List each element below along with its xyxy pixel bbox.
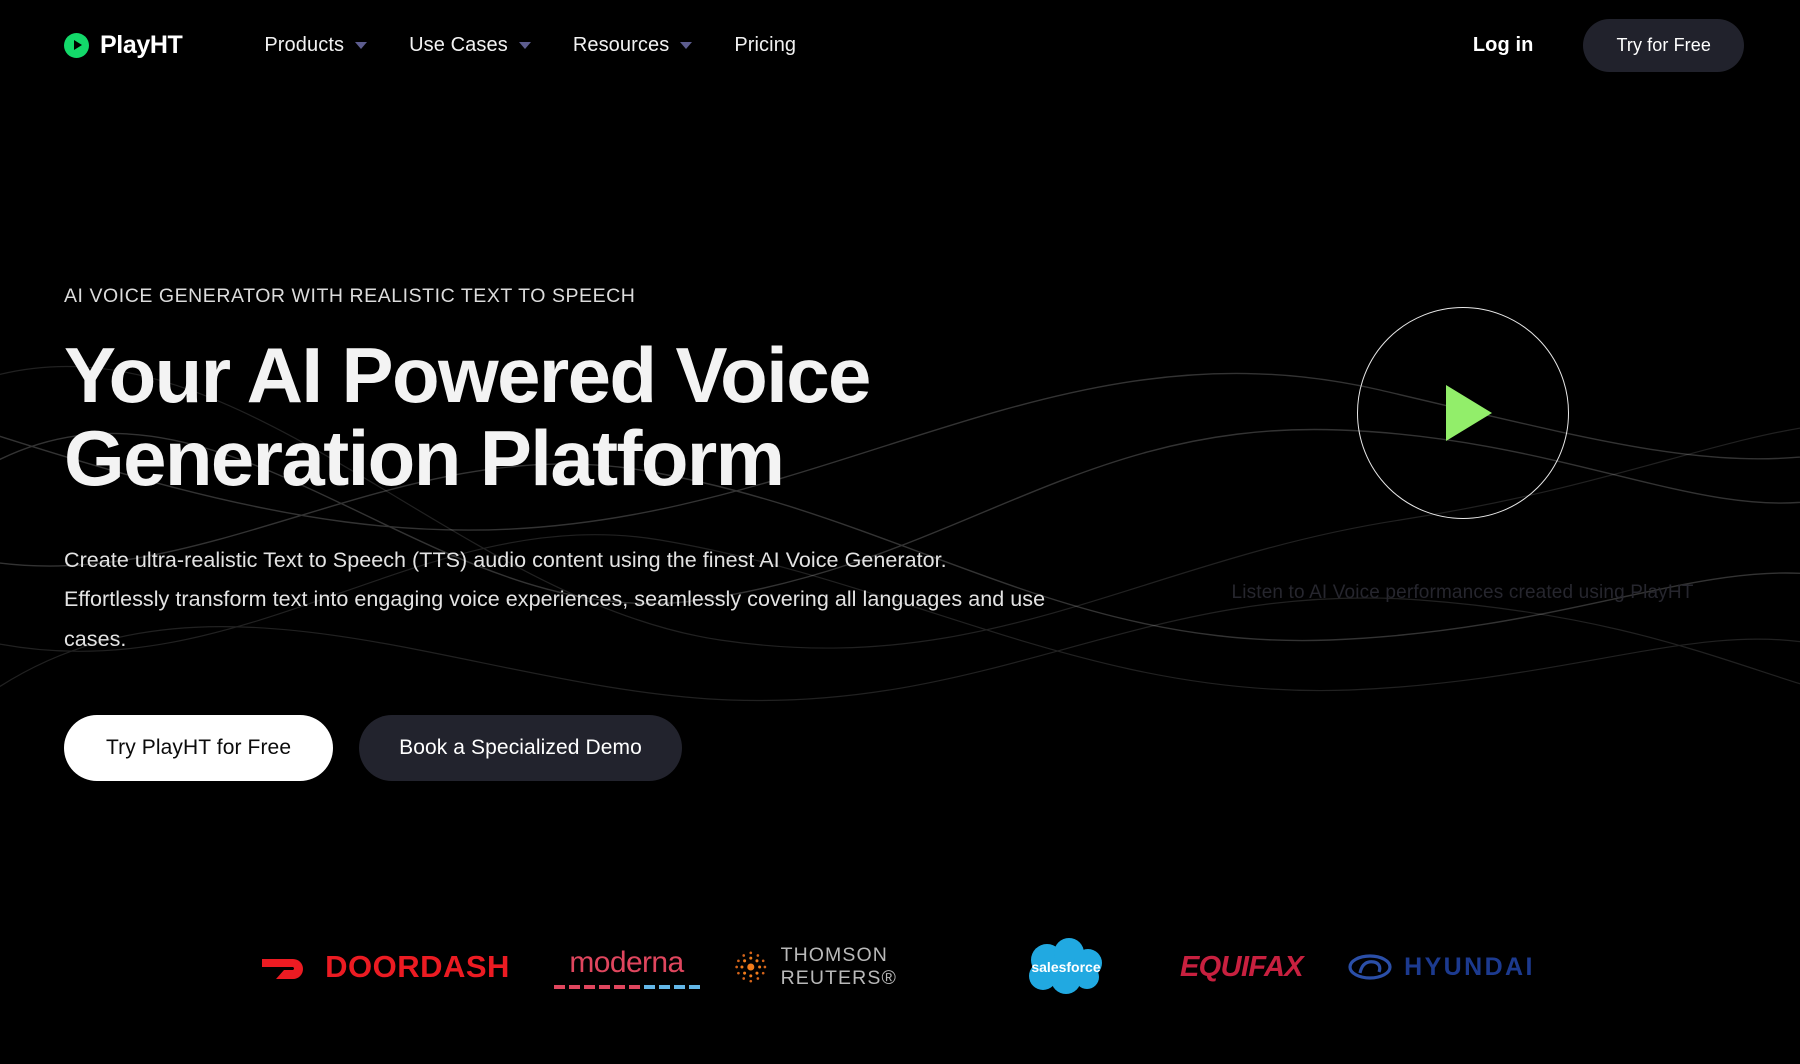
video-caption: Listen to AI Voice performances created … <box>1231 582 1694 603</box>
nav-item-label: Pricing <box>734 34 797 56</box>
logo-salesforce: salesforce <box>984 936 1149 998</box>
hero-eyebrow: AI VOICE GENERATOR WITH REALISTIC TEXT T… <box>64 285 636 307</box>
brand-logo[interactable]: PlayHT <box>64 30 183 60</box>
thomson-reuters-dots-icon <box>735 951 767 983</box>
logo-thomson-reuters: THOMSON REUTERS® <box>734 944 984 990</box>
logo-label: DOORDASH <box>325 949 510 984</box>
nav-item-products[interactable]: Products <box>264 34 368 56</box>
nav-item-label: Products <box>264 34 345 56</box>
logo-hyundai: HYUNDAI <box>1334 953 1549 982</box>
salesforce-cloud-icon: salesforce <box>1029 938 1102 994</box>
primary-nav-links: Products Use Cases Resources Pricing <box>264 35 796 55</box>
nav-item-use-cases[interactable]: Use Cases <box>409 35 531 55</box>
hero-cta-row: Try PlayHT for Free Book a Specialized D… <box>64 714 1189 781</box>
nav-item-label: Resources <box>572 34 670 56</box>
logo-label: EQUIFAX <box>1179 950 1304 983</box>
nav-actions: Log in Try for Free <box>1473 18 1744 72</box>
top-navigation-bar: PlayHT Products Use Cases Resources Pric… <box>0 0 1800 90</box>
hero-copy: AI VOICE GENERATOR WITH REALISTIC TEXT T… <box>64 285 1189 781</box>
logo-label: HYUNDAI <box>1404 952 1535 981</box>
headline-line-2: Generation Platform <box>64 413 785 502</box>
logo-moderna: moderna <box>519 946 734 989</box>
brand-name: PlayHT <box>100 30 183 59</box>
try-playht-free-button[interactable]: Try PlayHT for Free <box>64 714 334 781</box>
logo-equifax: EQUIFAX <box>1149 951 1334 984</box>
moderna-dashes-icon <box>553 984 700 989</box>
headline-line-1: Your AI Powered Voice <box>64 331 871 419</box>
logo-label: moderna <box>569 945 684 979</box>
nav-item-label: Use Cases <box>409 34 508 56</box>
nav-item-pricing[interactable]: Pricing <box>734 35 796 55</box>
chevron-down-icon <box>680 41 693 49</box>
login-link[interactable]: Log in <box>1473 34 1534 57</box>
chevron-down-icon <box>355 41 368 49</box>
play-triangle-icon <box>1445 385 1492 441</box>
svg-text:salesforce: salesforce <box>1031 959 1100 975</box>
nav-item-resources[interactable]: Resources <box>573 35 693 55</box>
book-demo-button[interactable]: Book a Specialized Demo <box>359 714 682 781</box>
hero-section: AI VOICE GENERATOR WITH REALISTIC TEXT T… <box>0 90 1800 781</box>
hero-subcopy: Create ultra-realistic Text to Speech (T… <box>64 548 1046 651</box>
hero-video-panel: Listen to AI Voice performances created … <box>1189 285 1736 781</box>
doordash-swoosh-icon <box>262 959 304 979</box>
logo-doordash: DOORDASH <box>251 949 519 985</box>
play-circle-icon <box>64 32 89 58</box>
page-title: Your AI Powered Voice Generation Platfor… <box>64 334 1189 499</box>
hyundai-emblem-icon <box>1348 954 1392 980</box>
logo-label: THOMSON REUTERS® <box>780 944 897 989</box>
try-for-free-button[interactable]: Try for Free <box>1583 18 1744 72</box>
video-play-button[interactable] <box>1356 307 1569 519</box>
client-logo-strip: DOORDASH moderna THOMSON REUTERS® salesf… <box>0 936 1800 998</box>
chevron-down-icon <box>518 41 531 49</box>
